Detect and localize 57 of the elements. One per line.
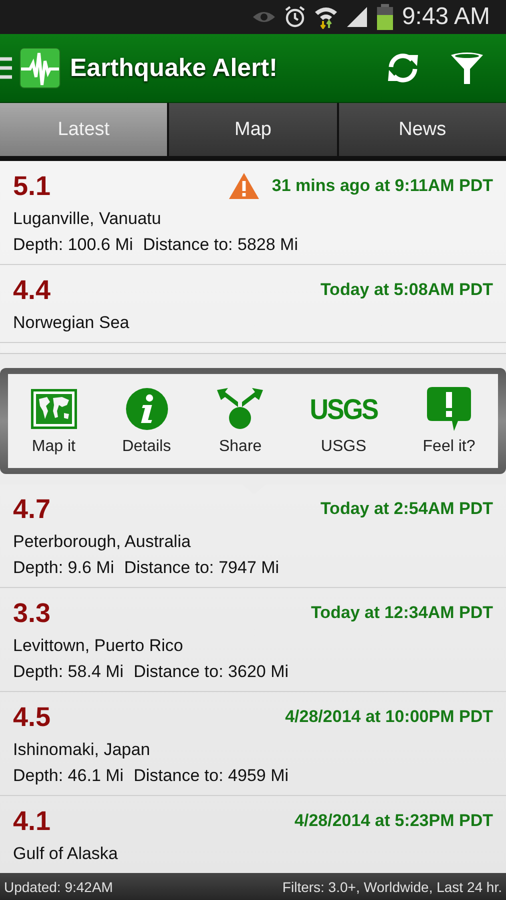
quake-distance: Distance to: 5828 Mi [143, 235, 298, 255]
magnitude: 4.7 [13, 494, 51, 524]
refresh-button[interactable] [386, 51, 420, 85]
quake-time: 4/28/2014 at 10:00PM PDT [285, 707, 493, 727]
action-button[interactable]: Map it [24, 382, 83, 460]
action-button[interactable]: Feel it? [416, 382, 482, 460]
magnitude: 4.1 [13, 806, 51, 836]
quake-location: Gulf of Alaska [13, 844, 119, 864]
magnitude: 4.4 [13, 274, 51, 306]
quake-time: Today at 12:34AM PDT [310, 603, 493, 623]
updated-time: Updated: 9:42AM [4, 878, 113, 894]
filter-button[interactable] [450, 51, 484, 85]
info-icon [124, 387, 169, 431]
signal-icon [346, 6, 368, 28]
magnitude: 3.3 [13, 598, 51, 628]
alarm-clock-icon [284, 5, 306, 29]
usgs-logo: USGS [310, 392, 378, 426]
quake-location: Levittown, Puerto Rico [13, 636, 184, 656]
quake-row[interactable]: 3.3 Today at 12:34AM PDT Levittown, Puerto Rico Depth: 58.4 Mi Distance to: 3620 Mi [0, 588, 506, 692]
quake-depth: Depth: 9.6 Mi [13, 558, 114, 578]
quake-location: Ishinomaki, Japan [13, 740, 152, 760]
tab[interactable]: Map [169, 103, 337, 156]
quake-depth: Depth: 58.4 Mi [13, 662, 124, 682]
quake-distance: Distance to: 7947 Mi [124, 558, 280, 578]
seismograph-logo-icon[interactable] [0, 47, 62, 89]
quake-depth: Depth: 100.6 Mi [13, 235, 134, 255]
quake-distance: Distance to: 3620 Mi [134, 662, 289, 682]
quake-distance: Distance to: 4959 Mi [134, 766, 289, 786]
quake-row[interactable]: 5.1 31 mins ago at 9:11AM PDT Luganville, Vanuatu Depth: 100.6 Mi Distance to: 5828 Mi [0, 161, 506, 265]
action-button[interactable]: Details [116, 382, 177, 460]
quake-row[interactable]: 4.5 4/28/2014 at 10:00PM PDT Ishinomaki, Japan Depth: 46.1 Mi Distance to: 4959 Mi [0, 692, 506, 796]
app-title: Earthquake Alert! [70, 54, 278, 82]
action-button[interactable]: USGS USGS [304, 382, 384, 460]
refresh-icon [386, 51, 420, 85]
battery-icon [376, 4, 394, 30]
alert-bubble-icon [426, 386, 472, 432]
quake-time: Today at 5:08AM PDT [320, 280, 493, 300]
action-button[interactable]: Share [210, 382, 270, 460]
eye-icon [252, 9, 276, 25]
wifi-icon [314, 5, 338, 29]
quake-depth: Depth: 46.1 Mi [13, 766, 124, 786]
quake-row[interactable]: 4.7 Today at 2:54AM PDT Peterborough, Australia Depth: 9.6 Mi Distance to: 7947 Mi [0, 484, 506, 588]
quake-location: Luganville, Vanuatu [13, 209, 162, 229]
quake-location: Norwegian Sea [13, 313, 130, 333]
quake-location: Peterborough, Australia [13, 532, 192, 552]
filters-summary: Filters: 3.0+, Worldwide, Last 24 hr. [282, 878, 502, 894]
filter-icon [450, 51, 484, 85]
clock: 9:43 AM [402, 3, 490, 31]
world-map-icon [30, 389, 77, 429]
tab[interactable]: News [338, 103, 506, 156]
quake-row[interactable]: 4.4 Today at 5:08AM PDT Norwegian Sea [0, 265, 506, 343]
quake-time: 31 mins ago at 9:11AM PDT [272, 176, 493, 196]
quake-time: Today at 2:54AM PDT [320, 499, 493, 519]
share-icon [216, 387, 264, 431]
magnitude: 4.5 [13, 702, 51, 732]
quake-time: 4/28/2014 at 5:23PM PDT [294, 811, 493, 831]
magnitude: 5.1 [13, 170, 51, 202]
